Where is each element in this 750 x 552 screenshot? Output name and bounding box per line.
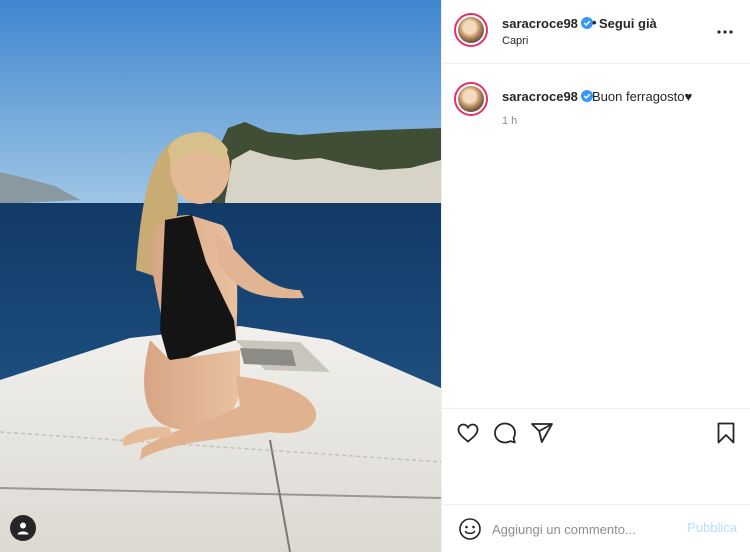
separator-dot: • — [592, 15, 597, 30]
post-side-panel: saracroce98 • Segui già Capri saracroce9… — [441, 0, 750, 552]
share-icon — [531, 423, 553, 443]
save-button[interactable] — [714, 421, 738, 445]
comment-input[interactable] — [492, 518, 672, 540]
caption-username[interactable]: saracroce98 — [502, 89, 593, 104]
post-header: saracroce98 • Segui già Capri — [442, 0, 750, 64]
emoji-button[interactable] — [458, 517, 482, 541]
comment-button[interactable] — [493, 421, 517, 445]
post-timestamp[interactable]: 1 h — [502, 115, 517, 127]
post-image — [0, 0, 441, 552]
avatar[interactable] — [454, 13, 488, 47]
comment-icon — [494, 422, 516, 444]
post-photo[interactable] — [0, 0, 441, 552]
action-bar — [442, 408, 750, 504]
caption-text: Buon ferragosto♥ — [592, 89, 693, 104]
share-button[interactable] — [530, 421, 554, 445]
user-tag-button[interactable] — [10, 515, 36, 541]
publish-button[interactable]: Pubblica — [687, 520, 737, 535]
heart-icon — [457, 423, 479, 443]
more-options-button[interactable] — [715, 22, 735, 42]
caption-avatar[interactable] — [454, 82, 488, 116]
like-button[interactable] — [456, 421, 480, 445]
bookmark-icon — [717, 422, 735, 444]
following-button[interactable]: Segui già — [599, 16, 657, 31]
location-link[interactable]: Capri — [502, 35, 528, 47]
emoji-icon — [459, 518, 481, 540]
user-tag-icon — [17, 522, 29, 535]
more-options-icon — [717, 30, 733, 34]
comment-bar: Pubblica — [442, 504, 750, 552]
username-link[interactable]: saracroce98 — [502, 16, 593, 31]
